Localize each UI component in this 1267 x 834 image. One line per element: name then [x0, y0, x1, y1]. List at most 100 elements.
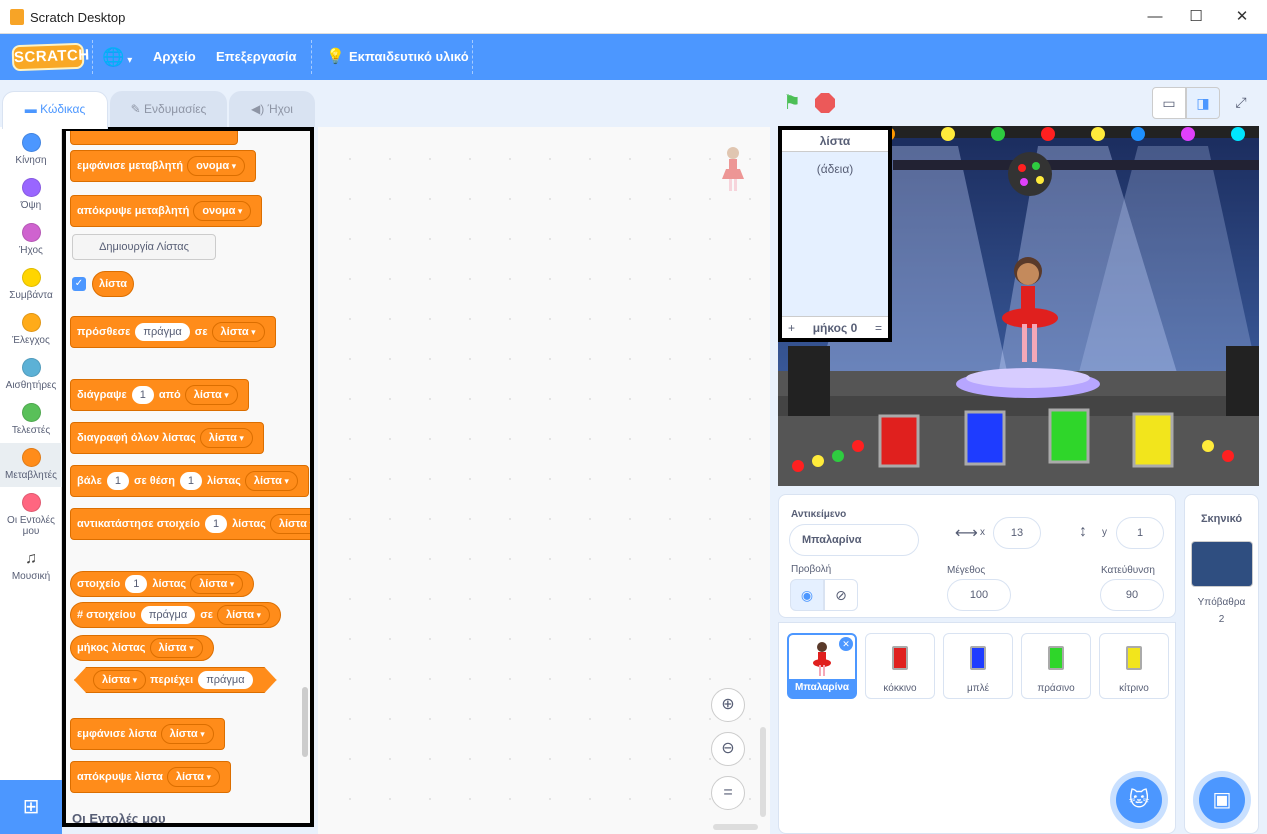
stage-target-panel[interactable]: Σκηνικό Υπόβαθρα 2 ▣: [1184, 494, 1259, 834]
app-icon: [10, 9, 24, 25]
list-length: μήκος 0: [812, 321, 858, 335]
cat-plus-icon: 🐱: [1128, 789, 1150, 811]
reporter-list-length[interactable]: μήκος λίστας λίστα: [70, 635, 214, 661]
block-show-list[interactable]: εμφάνισε λίστα λίστα: [70, 718, 225, 750]
tab-code[interactable]: ▬ Κώδικας: [2, 91, 108, 129]
direction-label: Κατεύθυνση: [1101, 565, 1155, 576]
block-hide-list[interactable]: απόκρυψε λίστα λίστα: [70, 761, 231, 793]
boolean-list-contains[interactable]: λίσταπεριέχειπράγμα: [74, 667, 277, 693]
category-sound[interactable]: Ήχος: [0, 223, 62, 256]
block-add-to-list[interactable]: πρόσθεσε πράγμα σε λίστα: [70, 316, 276, 348]
show-eye-icon[interactable]: ◉: [790, 579, 824, 611]
block-palette: εμφάνισε μεταβλητήονομα απόκρυψε μεταβλη…: [62, 127, 314, 827]
green-drum-thumbnail: [1048, 646, 1064, 670]
block-replace-item[interactable]: αντικατάστησε στοιχείο 1 λίστας λίστα: [70, 508, 310, 540]
brush-icon: ✎: [130, 102, 145, 116]
tab-costumes[interactable]: ✎ Ενδυμασίες: [110, 91, 227, 127]
sprite-thumb-yellow[interactable]: κίτρινο: [1099, 633, 1169, 699]
block-show-variable[interactable]: εμφάνισε μεταβλητή ονομα: [70, 150, 257, 182]
category-variables[interactable]: Μεταβλητές: [0, 443, 62, 487]
sprite-watermark: [722, 147, 744, 191]
sprite-thumb-ballerina[interactable]: ✕ Μπαλαρίνα: [787, 633, 857, 699]
category-sensing[interactable]: Αισθητήρες: [0, 358, 62, 391]
reporter-item-of-list[interactable]: στοιχείο 1 λίστας λίστα: [70, 571, 255, 597]
music-note-icon: ♫: [25, 550, 37, 567]
scratch-logo[interactable]: SCRATCH: [11, 42, 90, 72]
backdrops-label: Υπόβαθρα: [1197, 597, 1246, 608]
category-control[interactable]: Έλεγχος: [0, 313, 62, 346]
category-operators[interactable]: Τελεστές: [0, 403, 62, 436]
stop-sign-icon[interactable]: [815, 93, 835, 113]
add-extension-button[interactable]: ⊞: [0, 780, 62, 834]
palette-scrollbar[interactable]: [302, 687, 308, 757]
sprite-info-panel: Αντικείμενο Μπαλαρίνα ⟷ x 13 ↕ y 1 Προβο…: [778, 494, 1176, 618]
add-sprite-button[interactable]: 🐱: [1116, 777, 1162, 823]
sprite-thumb-blue[interactable]: μπλέ: [943, 633, 1013, 699]
list-monitor[interactable]: λίστα (άδεια) + μήκος 0 =: [778, 126, 892, 342]
show-label: Προβολή: [791, 564, 832, 575]
category-menu: Κίνηση Όψη Ήχος Συμβάντα Έλεγχος Αισθητή…: [0, 127, 62, 834]
zoom-reset-button[interactable]: =: [711, 776, 745, 810]
lightbulb-icon: 💡: [326, 48, 345, 65]
script-horizontal-scrollbar[interactable]: [713, 824, 758, 830]
fullscreen-icon[interactable]: ⤢: [1224, 87, 1258, 119]
small-stage-button[interactable]: ▭: [1152, 87, 1186, 119]
direction-input[interactable]: 90: [1100, 579, 1164, 611]
green-flag-icon[interactable]: ⚑: [783, 92, 805, 114]
maximize-button[interactable]: ☐: [1176, 4, 1216, 30]
hide-eye-icon[interactable]: ⊘: [824, 579, 858, 611]
sprite-thumb-green[interactable]: πράσινο: [1021, 633, 1091, 699]
language-globe-icon[interactable]: 🌐 ▾: [102, 34, 132, 80]
tab-sounds[interactable]: ◀) Ήχοι: [229, 91, 315, 127]
file-menu[interactable]: Αρχείο: [153, 34, 196, 80]
sprite-label: Αντικείμενο: [791, 509, 847, 520]
stage-panel-title: Σκηνικό: [1200, 513, 1243, 525]
reporter-list[interactable]: λίστα: [92, 271, 135, 297]
close-window-button[interactable]: ✕: [1222, 4, 1262, 30]
edit-menu[interactable]: Επεξεργασία: [216, 34, 297, 80]
list-checkbox[interactable]: ✓: [72, 277, 86, 291]
speaker-icon: ◀): [251, 102, 268, 116]
category-music[interactable]: ♫ Μουσική: [0, 549, 62, 582]
category-looks[interactable]: Όψη: [0, 178, 62, 211]
code-icon: ▬: [24, 102, 41, 116]
y-arrows-icon: ↕: [1079, 523, 1087, 540]
window-titlebar: Scratch Desktop — ☐ ✕: [0, 0, 1267, 34]
delete-sprite-icon[interactable]: ✕: [839, 637, 853, 651]
minimize-button[interactable]: —: [1135, 4, 1175, 30]
category-motion[interactable]: Κίνηση: [0, 133, 62, 166]
backdrops-count: 2: [1218, 614, 1225, 625]
sprite-list: ✕ Μπαλαρίνα κόκκινο μπλέ πράσινο κίτρινο…: [778, 622, 1176, 834]
category-my-blocks[interactable]: Οι Εντολές μου: [0, 493, 62, 537]
script-vertical-scrollbar[interactable]: [760, 727, 766, 817]
make-list-button[interactable]: Δημιουργία Λίστας: [72, 234, 216, 260]
script-area[interactable]: ⊕ ⊖ =: [318, 127, 770, 834]
block-delete-all[interactable]: διαγραφή όλων λίστας λίστα: [70, 422, 264, 454]
block-hide-variable[interactable]: απόκρυψε μεταβλητή ονομα: [70, 195, 263, 227]
list-monitor-empty: (άδεια): [816, 162, 854, 176]
add-backdrop-button[interactable]: ▣: [1199, 777, 1245, 823]
zoom-out-button[interactable]: ⊖: [711, 732, 745, 766]
sprite-thumb-red[interactable]: κόκκινο: [865, 633, 935, 699]
red-drum-thumbnail: [892, 646, 908, 670]
category-events[interactable]: Συμβάντα: [0, 268, 62, 301]
blue-drum-thumbnail: [970, 646, 986, 670]
block-delete-of-list[interactable]: διάγραψε 1 από λίστα: [70, 379, 249, 411]
list-monitor-title: λίστα: [782, 130, 888, 152]
block-partial[interactable]: [70, 131, 238, 145]
list-monitor-footer: + μήκος 0 =: [782, 316, 888, 338]
tutorials-menu[interactable]: Εκπαιδευτικό υλικό: [349, 34, 469, 80]
y-input[interactable]: 1: [1116, 517, 1164, 549]
menubar: SCRATCH 🌐 ▾ Αρχείο Επεξεργασία 💡 Εκπαιδε…: [0, 34, 1267, 80]
size-label: Μέγεθος: [947, 565, 986, 576]
normal-stage-button[interactable]: ◨: [1186, 87, 1220, 119]
block-insert-at[interactable]: βάλε 1 σε θέση 1 λίστας λίστα: [70, 465, 309, 497]
x-arrows-icon: ⟷: [955, 525, 978, 542]
reporter-item-number[interactable]: # στοιχείου πράγμα σε λίστα: [70, 602, 282, 628]
zoom-in-button[interactable]: ⊕: [711, 688, 745, 722]
size-input[interactable]: 100: [947, 579, 1011, 611]
backdrop-thumbnail: [1190, 541, 1253, 587]
list-resize-handle[interactable]: =: [875, 317, 882, 339]
sprite-name-input[interactable]: Μπαλαρίνα: [789, 524, 919, 556]
x-input[interactable]: 13: [993, 517, 1041, 549]
